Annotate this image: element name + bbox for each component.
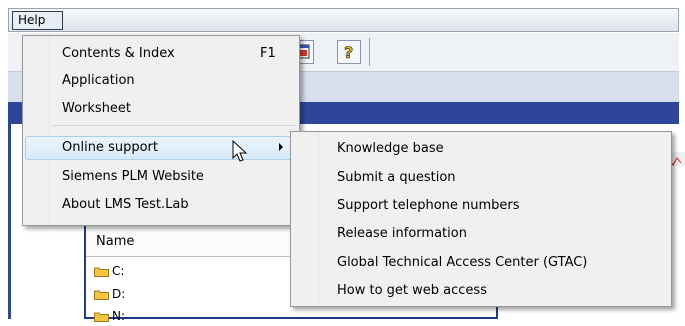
menu-item-contents-index[interactable]: Contents & Index xyxy=(62,42,175,66)
menu-item-application[interactable]: Application xyxy=(62,69,135,93)
menu-icon-gutter xyxy=(49,36,50,225)
menu-item-about[interactable]: About LMS Test.Lab xyxy=(62,193,189,217)
drive-label: D: xyxy=(112,287,126,301)
submenu-item-support-telephone[interactable]: Support telephone numbers xyxy=(337,194,520,218)
drive-row[interactable]: D: xyxy=(94,284,125,304)
help-menu-label: Help xyxy=(18,13,46,27)
submenu-item-gtac[interactable]: Global Technical Access Center (GTAC) xyxy=(337,251,587,275)
toolbar-separator xyxy=(369,38,370,66)
submenu-item-submit-question[interactable]: Submit a question xyxy=(337,166,456,190)
name-column-header[interactable]: Name xyxy=(96,234,134,249)
shortcut-label: F1 xyxy=(260,46,276,61)
menu-item-worksheet[interactable]: Worksheet xyxy=(62,97,131,121)
drive-row[interactable]: C: xyxy=(94,261,124,281)
submenu-item-release-information[interactable]: Release information xyxy=(337,222,467,246)
mouse-pointer-icon xyxy=(232,140,248,162)
menu-separator xyxy=(52,125,296,126)
submenu-item-knowledge-base[interactable]: Knowledge base xyxy=(337,137,444,161)
panel-edge xyxy=(8,124,11,319)
folder-icon xyxy=(94,312,109,322)
drive-row[interactable]: N: xyxy=(94,306,125,326)
help-pointer-icon: ? xyxy=(344,43,354,63)
menu-item-siemens-plm-website[interactable]: Siemens PLM Website xyxy=(62,165,204,189)
folder-icon xyxy=(94,267,109,277)
toolbar-button-context-help[interactable]: ? xyxy=(337,40,361,64)
menu-bar xyxy=(8,8,679,32)
help-menu-button[interactable]: Help xyxy=(12,11,63,30)
submenu-item-web-access[interactable]: How to get web access xyxy=(337,279,487,303)
submenu-icon-gutter xyxy=(318,132,319,306)
chevron-right-icon xyxy=(279,143,283,151)
drive-label: C: xyxy=(112,264,125,278)
svg-text:?: ? xyxy=(344,43,353,62)
drive-label: N: xyxy=(112,309,126,323)
menu-item-online-support[interactable]: Online support xyxy=(62,136,158,160)
folder-icon xyxy=(94,290,109,300)
